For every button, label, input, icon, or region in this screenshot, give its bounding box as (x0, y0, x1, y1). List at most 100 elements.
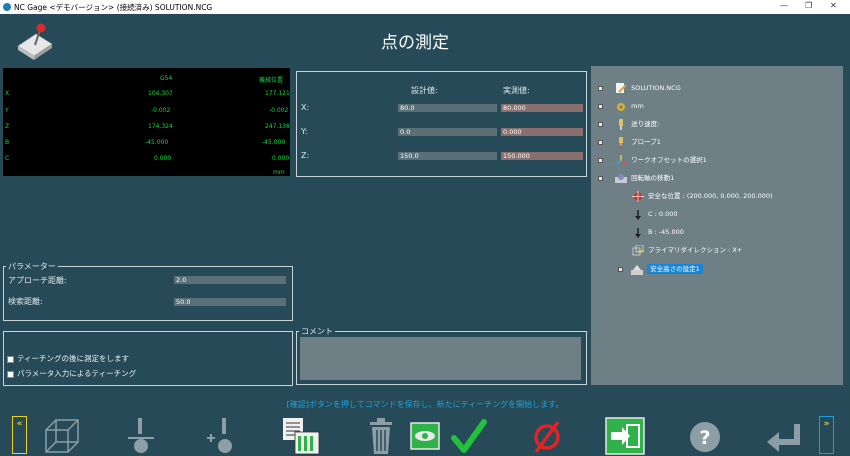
show-hide-icon[interactable] (410, 416, 440, 456)
z-actual-field[interactable]: 150.000 (501, 152, 583, 160)
checkbox-box[interactable] (7, 370, 14, 378)
comment-legend: コメント (299, 326, 335, 337)
confirm-check-icon[interactable] (450, 416, 488, 456)
coord-machine-value: 247.138 (265, 123, 290, 130)
expand-icon[interactable] (598, 157, 603, 163)
c-axis-icon (635, 209, 641, 220)
b-axis-icon (635, 227, 641, 238)
x-actual-field[interactable]: 80.000 (501, 104, 583, 112)
options-panel: ティーチングの後に測定をします パラメータ入力によるティーチング (3, 331, 293, 386)
tree-node[interactable]: プローブ1 (598, 136, 661, 148)
app-logo-icon (3, 3, 11, 11)
actual-value-header: 実測値: (503, 86, 530, 95)
search-distance-label: 検索距離: (8, 297, 43, 306)
coord-machine-value: -45.000 (262, 139, 286, 146)
svg-text:?: ? (699, 427, 710, 449)
parameters-panel: パラメーター アプローチ距離: 2.0 検索距離: 50.0 (3, 261, 293, 321)
app-area: 点の測定 G54 機械位置 X 104.307 177.121 Y -0.002… (0, 14, 850, 456)
tree-node[interactable]: 送り速度: (598, 118, 659, 130)
y-label: Y: (301, 127, 308, 136)
expand-icon[interactable] (618, 266, 623, 272)
trash-icon[interactable] (366, 416, 396, 456)
z-design-field[interactable]: 150.0 (398, 152, 497, 160)
cube-view-icon[interactable] (42, 416, 82, 456)
approach-distance-field[interactable]: 2.0 (174, 276, 286, 284)
units-gear-icon (617, 102, 626, 111)
point-values-panel: 設計値: 実測値: X: 80.0 80.000 Y: 0.0 0.000 Z:… (296, 71, 587, 177)
help-icon[interactable]: ? (688, 416, 722, 456)
feedrate-icon (619, 118, 624, 130)
page-title: 点の測定 (381, 33, 449, 53)
checkbox-label: パラメータ入力によるティーチング (17, 369, 137, 378)
tree-node[interactable]: mm (598, 100, 644, 112)
toolbar-next-button[interactable]: » (819, 416, 834, 454)
window-titlebar: NC Gage <デモバージョン> (接続済み) SOLUTION.NCG — … (0, 0, 850, 14)
expand-icon[interactable] (598, 139, 603, 145)
coord-axis: X (5, 90, 10, 97)
cancel-icon[interactable] (530, 416, 564, 456)
tree-node[interactable]: プライマリダイレクション : X+ (632, 244, 742, 256)
coord-axis: C (5, 155, 10, 162)
coord-axis: Z (5, 123, 10, 130)
tree-node[interactable]: ワークオフセットの選択1 (598, 154, 707, 166)
z-label: Z: (301, 151, 310, 160)
unit-label: mm (273, 169, 285, 176)
probe-touch-icon[interactable] (124, 416, 158, 456)
coord-g54-value: -45.000 (145, 139, 169, 146)
file-edit-icon (616, 82, 627, 93)
program-tree: SOLUTION.NCG mm 送り速度: プローブ1 ワークオフセットの選択1… (591, 66, 843, 385)
parameters-legend: パラメーター (6, 261, 58, 272)
coord-machine-value: 177.121 (265, 90, 290, 97)
tree-node[interactable]: C : 0.000 (632, 208, 677, 220)
x-label: X: (301, 103, 310, 112)
coord-machine-value: -0.002 (269, 107, 289, 114)
measure-after-teach-checkbox[interactable]: ティーチングの後に測定をします (7, 353, 129, 364)
approach-distance-label: アプローチ距離: (8, 276, 67, 285)
y-design-field[interactable]: 0.0 (398, 128, 497, 136)
y-actual-field[interactable]: 0.000 (501, 128, 583, 136)
machine-position-header: 機械位置 (259, 77, 284, 84)
rotary-axis-icon (615, 173, 628, 183)
expand-icon[interactable] (598, 121, 603, 127)
coord-g54-value: 104.307 (148, 90, 173, 97)
coord-machine-value: 0.000 (272, 155, 290, 162)
teach-by-params-checkbox[interactable]: パラメータ入力によるティーチング (7, 368, 136, 379)
minimize-icon[interactable]: — (780, 1, 788, 10)
coord-axis: B (5, 139, 10, 146)
tree-node[interactable]: 回転軸の移動1 (598, 172, 674, 184)
tree-node[interactable]: SOLUTION.NCG (598, 82, 681, 94)
toolbar-prev-button[interactable]: « (12, 416, 27, 454)
back-icon[interactable] (763, 416, 805, 456)
work-offset-icon (615, 154, 628, 165)
expand-icon[interactable] (598, 103, 603, 109)
coord-g54-value: 174.324 (148, 123, 173, 130)
comment-panel: コメント (296, 326, 587, 385)
checkbox-label: ティーチングの後に測定をします (17, 354, 130, 363)
coord-axis: Y (5, 107, 9, 114)
program-list-icon[interactable] (281, 416, 323, 456)
maximize-icon[interactable]: ❐ (805, 1, 812, 10)
x-design-field[interactable]: 80.0 (398, 104, 497, 112)
primary-direction-icon (632, 244, 644, 255)
tree-node[interactable]: B : -45.000 (632, 226, 684, 238)
comment-textarea[interactable] (300, 337, 581, 380)
probe-icon (619, 136, 624, 148)
expand-icon[interactable] (598, 85, 603, 91)
coordinate-display: G54 機械位置 X 104.307 177.121 Y -0.002 -0.0… (3, 68, 290, 176)
close-icon[interactable]: ✕ (830, 1, 837, 10)
window-title: NC Gage <デモバージョン> (接続済み) SOLUTION.NCG (14, 3, 213, 12)
checkbox-box[interactable] (7, 355, 14, 363)
info-message: [確認]ボタンを押してコマンドを保存し、新たにティーチングを開始します。 (286, 400, 564, 409)
safe-height-icon (631, 264, 644, 275)
design-value-header: 設計値: (411, 86, 438, 95)
g54-header: G54 (160, 75, 173, 82)
coord-g54-value: 0.000 (154, 155, 172, 162)
tree-node-selected[interactable]: 安全高さの設定1 (618, 263, 703, 275)
probe-add-icon[interactable] (205, 416, 241, 456)
collapse-icon[interactable] (598, 175, 603, 181)
search-distance-field[interactable]: 50.0 (174, 298, 286, 306)
save-command-icon[interactable] (605, 416, 645, 456)
tree-node[interactable]: 安全な位置 : (200.000, 0.000, 200.000) (632, 190, 773, 202)
coord-g54-value: -0.002 (151, 107, 171, 114)
safe-position-icon (632, 190, 644, 202)
